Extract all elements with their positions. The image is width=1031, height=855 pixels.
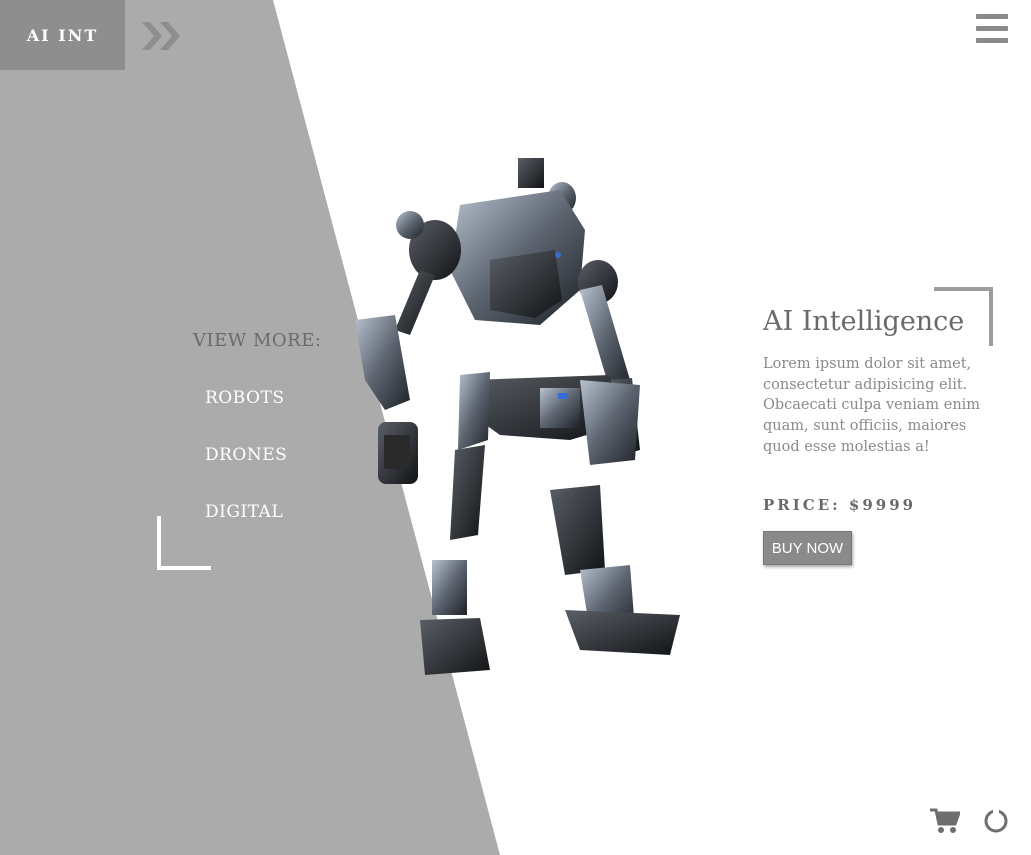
nav-item-digital[interactable]: DIGITAL <box>205 502 325 522</box>
nav-item-drones[interactable]: DRONES <box>205 445 325 465</box>
corner-bracket-left <box>157 516 211 570</box>
buy-now-label: BUY NOW <box>771 539 844 557</box>
product-description: Lorem ipsum dolor sit amet, consectetur … <box>763 356 981 455</box>
shopping-cart-icon[interactable] <box>930 808 960 834</box>
logo[interactable]: AI INT <box>0 0 125 70</box>
loading-circle-icon[interactable] <box>983 808 1009 834</box>
logo-text: AI INT <box>26 25 99 45</box>
hamburger-menu-icon[interactable] <box>976 14 1008 46</box>
nav-item-robots[interactable]: ROBOTS <box>205 388 325 408</box>
view-more-heading: VIEW MORE: <box>193 330 322 351</box>
robot-image <box>355 158 680 675</box>
product-title: AI Intelligence <box>763 306 965 337</box>
double-chevron-right-icon[interactable] <box>142 20 182 52</box>
product-price: PRICE: $9999 <box>763 496 917 514</box>
buy-now-button[interactable]: BUY NOW <box>763 531 852 565</box>
